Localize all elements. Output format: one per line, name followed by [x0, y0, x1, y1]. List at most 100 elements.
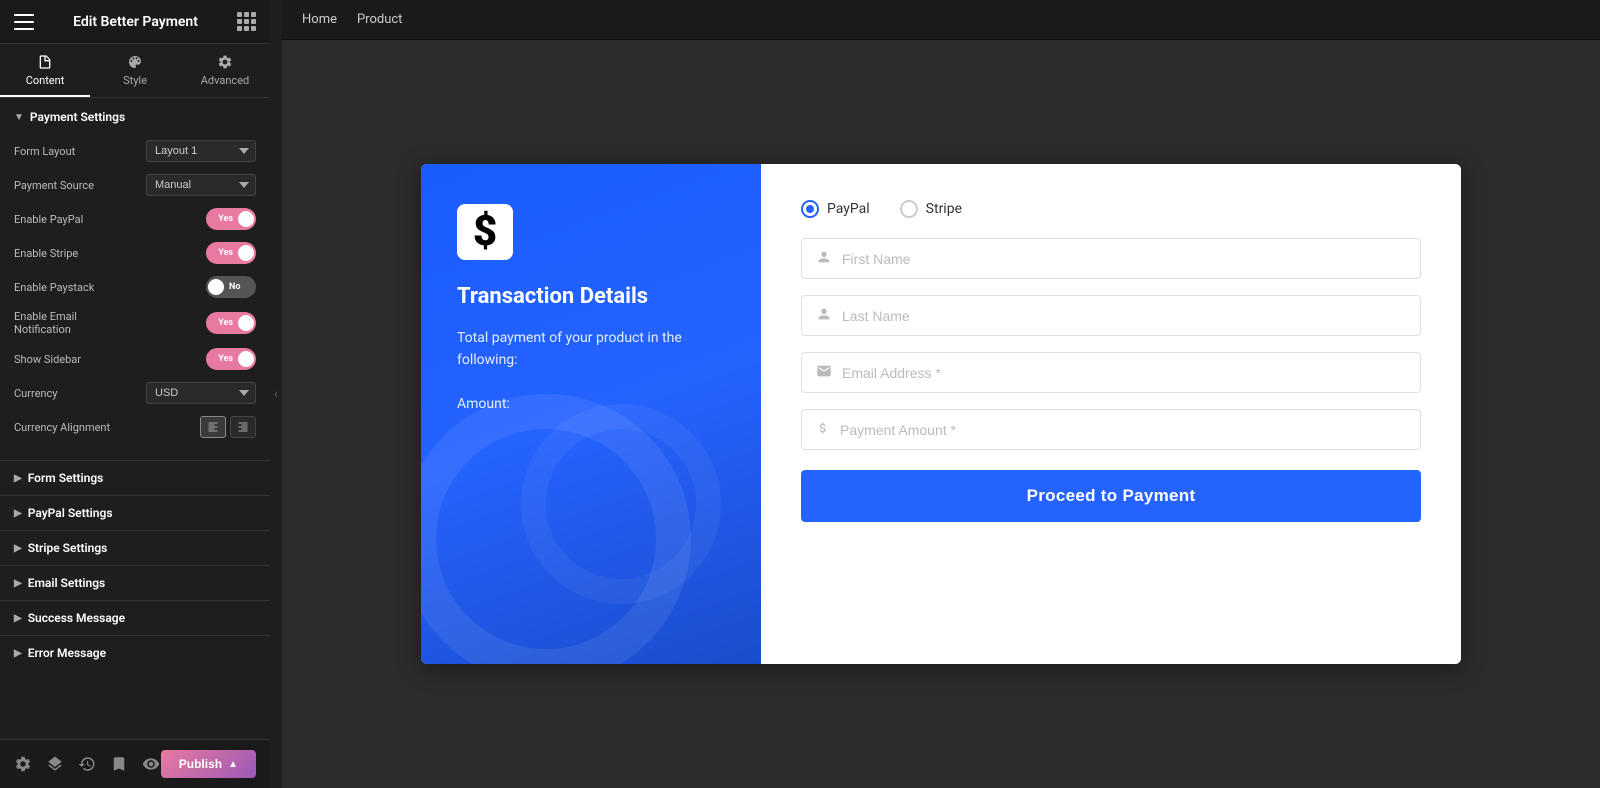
- align-left-button[interactable]: [200, 416, 226, 438]
- section-error-message-label: Error Message: [28, 646, 106, 660]
- canvas: Home Product $ Transaction Details Total…: [282, 0, 1600, 788]
- payment-source-label: Payment Source: [14, 179, 135, 192]
- section-stripe-settings-label: Stripe Settings: [28, 541, 108, 555]
- panel-footer: Publish ▲: [0, 739, 270, 788]
- payment-source-select[interactable]: Manual WooCommerce EDD: [146, 174, 256, 196]
- currency-control: USD EUR GBP: [135, 382, 256, 404]
- form-layout-select[interactable]: Layout 1 Layout 2 Layout 3: [146, 140, 256, 162]
- panel-resize-handle[interactable]: [270, 0, 282, 788]
- widget-right-panel: PayPal Stripe: [761, 164, 1461, 664]
- toggle-knob-email: [238, 315, 254, 331]
- dollar-sign-icon: [816, 420, 830, 439]
- currency-select[interactable]: USD EUR GBP: [146, 382, 256, 404]
- last-name-field: [801, 295, 1421, 336]
- tab-content[interactable]: Content: [0, 44, 90, 97]
- grid-icon[interactable]: [237, 12, 256, 31]
- email-input[interactable]: [842, 365, 1406, 381]
- enable-email-toggle-label: Yes: [213, 318, 238, 328]
- field-currency-alignment: Currency Alignment: [14, 416, 256, 438]
- radio-circle-paypal: [801, 200, 819, 218]
- section-arrow-down: ▼: [14, 112, 24, 123]
- person-icon-last: [816, 306, 832, 325]
- currency-alignment-control: [135, 416, 256, 438]
- panel-body: ▼ Payment Settings Form Layout Layout 1 …: [0, 98, 270, 739]
- toggle-knob: [238, 211, 254, 227]
- enable-email-label: Enable Email Notification: [14, 310, 135, 336]
- field-enable-email: Enable Email Notification Yes: [14, 310, 256, 336]
- first-name-field: [801, 238, 1421, 279]
- payment-widget: $ Transaction Details Total payment of y…: [421, 164, 1461, 664]
- proceed-to-payment-button[interactable]: Proceed to Payment: [801, 470, 1421, 522]
- section-form-settings-header[interactable]: ▶ Form Settings: [0, 461, 270, 495]
- enable-paypal-toggle[interactable]: Yes: [206, 208, 256, 230]
- tab-advanced[interactable]: Advanced: [180, 44, 270, 97]
- section-error-arrow: ▶: [14, 648, 22, 659]
- radio-stripe[interactable]: Stripe: [900, 200, 962, 218]
- section-payment-settings[interactable]: ▼ Payment Settings: [0, 98, 270, 136]
- section-form-arrow: ▶: [14, 473, 22, 484]
- field-currency: Currency USD EUR GBP: [14, 382, 256, 404]
- panel-title: Edit Better Payment: [34, 14, 237, 30]
- first-name-input[interactable]: [842, 251, 1406, 267]
- radio-circle-stripe: [900, 200, 918, 218]
- widget-left-panel: $ Transaction Details Total payment of y…: [421, 164, 761, 664]
- section-payment-settings-label: Payment Settings: [30, 110, 125, 124]
- publish-button[interactable]: Publish ▲: [161, 750, 256, 778]
- section-email-settings: ▶ Email Settings: [0, 565, 270, 600]
- toggle-knob-stripe: [238, 245, 254, 261]
- section-success-message-header[interactable]: ▶ Success Message: [0, 601, 270, 635]
- show-sidebar-toggle[interactable]: Yes: [206, 348, 256, 370]
- section-payment-settings-content: Form Layout Layout 1 Layout 2 Layout 3 P…: [0, 136, 270, 460]
- breadcrumb-product[interactable]: Product: [357, 12, 402, 27]
- enable-stripe-toggle[interactable]: Yes: [206, 242, 256, 264]
- last-name-input[interactable]: [842, 308, 1406, 324]
- left-panel: Edit Better Payment Content Style Advanc…: [0, 0, 270, 788]
- section-stripe-settings-header[interactable]: ▶ Stripe Settings: [0, 531, 270, 565]
- email-field: [801, 352, 1421, 393]
- breadcrumb-home[interactable]: Home: [302, 12, 337, 27]
- enable-stripe-label: Enable Stripe: [14, 247, 135, 260]
- section-paypal-settings-label: PayPal Settings: [28, 506, 113, 520]
- section-email-settings-header[interactable]: ▶ Email Settings: [0, 566, 270, 600]
- radio-stripe-label: Stripe: [926, 201, 962, 217]
- enable-paystack-control: No: [135, 276, 256, 298]
- enable-paystack-toggle-label: No: [224, 282, 245, 292]
- toggle-knob-paystack: [208, 279, 224, 295]
- widget-amount-label: Amount:: [457, 396, 725, 412]
- section-stripe-settings: ▶ Stripe Settings: [0, 530, 270, 565]
- footer-icons: [14, 755, 160, 773]
- align-right-button[interactable]: [230, 416, 256, 438]
- enable-paypal-toggle-label: Yes: [213, 214, 238, 224]
- show-sidebar-label: Show Sidebar: [14, 353, 135, 366]
- enable-paystack-toggle[interactable]: No: [206, 276, 256, 298]
- field-enable-paypal: Enable PayPal Yes: [14, 208, 256, 230]
- enable-email-toggle[interactable]: Yes: [206, 312, 256, 334]
- email-icon: [816, 363, 832, 382]
- field-enable-stripe: Enable Stripe Yes: [14, 242, 256, 264]
- panel-header: Edit Better Payment: [0, 0, 270, 44]
- payment-methods: PayPal Stripe: [801, 200, 1421, 218]
- section-form-settings-label: Form Settings: [28, 471, 104, 485]
- settings-icon[interactable]: [14, 755, 32, 773]
- form-layout-control: Layout 1 Layout 2 Layout 3: [135, 140, 256, 162]
- section-email-settings-label: Email Settings: [28, 576, 106, 590]
- align-buttons: [200, 416, 256, 438]
- widget-description: Total payment of your product in the fol…: [457, 327, 725, 372]
- payment-amount-input[interactable]: [840, 422, 1406, 438]
- menu-icon[interactable]: [14, 14, 34, 30]
- bookmark-icon[interactable]: [110, 755, 128, 773]
- section-success-arrow: ▶: [14, 613, 22, 624]
- history-icon[interactable]: [78, 755, 96, 773]
- enable-stripe-control: Yes: [135, 242, 256, 264]
- publish-chevron-icon: ▲: [228, 759, 238, 770]
- section-success-message-label: Success Message: [28, 611, 125, 625]
- enable-email-control: Yes: [135, 312, 256, 334]
- eye-icon[interactable]: [142, 755, 160, 773]
- payment-source-control: Manual WooCommerce EDD: [135, 174, 256, 196]
- currency-alignment-label: Currency Alignment: [14, 421, 135, 434]
- layers-icon[interactable]: [46, 755, 64, 773]
- section-paypal-settings-header[interactable]: ▶ PayPal Settings: [0, 496, 270, 530]
- section-error-message-header[interactable]: ▶ Error Message: [0, 636, 270, 670]
- tab-style[interactable]: Style: [90, 44, 180, 97]
- radio-paypal[interactable]: PayPal: [801, 200, 870, 218]
